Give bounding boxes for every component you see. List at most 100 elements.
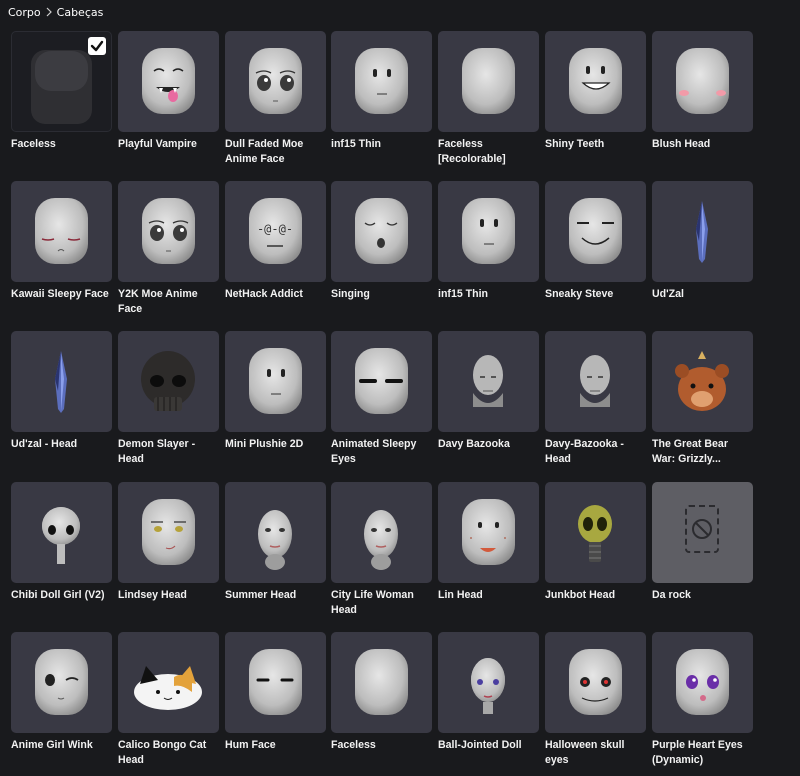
item-card[interactable]: -@-@- NetHack Addict: [225, 181, 326, 325]
item-card[interactable]: Ud'Zal: [652, 181, 753, 325]
item-thumbnail[interactable]: [331, 181, 432, 282]
item-label: Ud'zal - Head: [11, 438, 78, 450]
item-thumbnail[interactable]: [225, 331, 326, 432]
item-label: Hum Face: [225, 739, 276, 751]
item-card[interactable]: Y2K Moe Anime Face: [118, 181, 219, 325]
item-card[interactable]: Shiny Teeth: [545, 31, 646, 175]
item-thumbnail[interactable]: [118, 482, 219, 583]
item-card[interactable]: inf15 Thin: [438, 181, 539, 325]
item-card[interactable]: Summer Head: [225, 482, 326, 626]
item-card[interactable]: Blush Head: [652, 31, 753, 175]
item-label: Faceless [Recolorable]: [438, 138, 506, 165]
item-card[interactable]: inf15 Thin: [331, 31, 432, 175]
item-thumbnail[interactable]: [225, 632, 326, 733]
item-label: Lindsey Head: [118, 589, 187, 601]
item-card[interactable]: Hum Face: [225, 632, 326, 776]
item-thumbnail[interactable]: [652, 482, 753, 583]
item-label: Anime Girl Wink: [11, 739, 93, 751]
item-thumbnail[interactable]: [652, 181, 753, 282]
item-label: Ball-Jointed Doll: [438, 739, 522, 751]
item-label: Halloween skull eyes: [545, 739, 625, 766]
item-thumbnail[interactable]: [11, 181, 112, 282]
item-label: Junkbot Head: [545, 589, 616, 601]
breadcrumb-current: Cabeças: [56, 5, 104, 19]
item-card[interactable]: Halloween skull eyes: [545, 632, 646, 776]
breadcrumb: Corpo Cabeças: [8, 4, 103, 20]
item-card[interactable]: Purple Heart Eyes (Dynamic): [652, 632, 753, 776]
item-thumbnail[interactable]: [118, 181, 219, 282]
item-thumbnail[interactable]: [438, 31, 539, 132]
item-thumbnail[interactable]: [118, 632, 219, 733]
item-thumbnail[interactable]: [118, 331, 219, 432]
item-label: Lin Head: [438, 589, 483, 601]
item-thumbnail[interactable]: [652, 331, 753, 432]
svg-text:-@-@-: -@-@-: [257, 222, 293, 236]
item-thumbnail[interactable]: [652, 31, 753, 132]
item-card[interactable]: Faceless: [331, 632, 432, 776]
item-card[interactable]: Davy-Bazooka - Head: [545, 331, 646, 475]
item-thumbnail[interactable]: [438, 331, 539, 432]
item-card[interactable]: Junkbot Head: [545, 482, 646, 626]
item-thumbnail[interactable]: [545, 482, 646, 583]
item-thumbnail[interactable]: [11, 482, 112, 583]
item-thumbnail[interactable]: [438, 181, 539, 282]
item-thumbnail[interactable]: [11, 31, 112, 132]
item-card[interactable]: Calico Bongo Cat Head: [118, 632, 219, 776]
item-card[interactable]: Da rock: [652, 482, 753, 626]
item-label: Blush Head: [652, 138, 711, 150]
item-thumbnail[interactable]: [11, 632, 112, 733]
item-thumbnail[interactable]: [225, 482, 326, 583]
item-label: Kawaii Sleepy Face: [11, 288, 109, 300]
item-label: Singing: [331, 288, 370, 300]
item-card[interactable]: Davy Bazooka: [438, 331, 539, 475]
item-label: City Life Woman Head: [331, 589, 414, 616]
item-card[interactable]: Chibi Doll Girl (V2): [11, 482, 112, 626]
item-thumbnail[interactable]: [11, 331, 112, 432]
item-card[interactable]: Sneaky Steve: [545, 181, 646, 325]
item-thumbnail[interactable]: [225, 31, 326, 132]
item-card[interactable]: Singing: [331, 181, 432, 325]
item-card[interactable]: Anime Girl Wink: [11, 632, 112, 776]
item-thumbnail[interactable]: [331, 31, 432, 132]
item-card[interactable]: Lin Head: [438, 482, 539, 626]
item-card[interactable]: Animated Sleepy Eyes: [331, 331, 432, 475]
item-thumbnail[interactable]: [438, 482, 539, 583]
item-card[interactable]: Lindsey Head: [118, 482, 219, 626]
item-label: Chibi Doll Girl (V2): [11, 589, 105, 601]
item-thumbnail[interactable]: [331, 331, 432, 432]
item-label: Demon Slayer - Head: [118, 438, 196, 465]
scrollbar[interactable]: [794, 0, 800, 774]
item-label: The Great Bear War: Grizzly...: [652, 438, 728, 465]
item-card[interactable]: Ball-Jointed Doll: [438, 632, 539, 776]
item-thumbnail[interactable]: [545, 331, 646, 432]
item-thumbnail[interactable]: [545, 31, 646, 132]
checkmark-icon: [88, 37, 106, 55]
item-card[interactable]: Ud'zal - Head: [11, 331, 112, 475]
item-label: Shiny Teeth: [545, 138, 605, 150]
item-label: Davy-Bazooka - Head: [545, 438, 624, 465]
item-label: Sneaky Steve: [545, 288, 614, 300]
item-label: Animated Sleepy Eyes: [331, 438, 417, 465]
item-label: Y2K Moe Anime Face: [118, 288, 198, 315]
item-thumbnail[interactable]: [545, 181, 646, 282]
item-card[interactable]: Faceless [Recolorable]: [438, 31, 539, 175]
item-card[interactable]: Demon Slayer - Head: [118, 331, 219, 475]
item-thumbnail[interactable]: [652, 632, 753, 733]
item-thumbnail[interactable]: -@-@-: [225, 181, 326, 282]
item-card[interactable]: Playful Vampire: [118, 31, 219, 175]
item-thumbnail[interactable]: [545, 632, 646, 733]
item-label: Mini Plushie 2D: [225, 438, 304, 450]
item-card[interactable]: City Life Woman Head: [331, 482, 432, 626]
item-thumbnail[interactable]: [331, 482, 432, 583]
item-thumbnail[interactable]: [438, 632, 539, 733]
item-thumbnail[interactable]: [331, 632, 432, 733]
breadcrumb-root[interactable]: Corpo: [8, 6, 41, 19]
item-card[interactable]: Kawaii Sleepy Face: [11, 181, 112, 325]
item-label: Davy Bazooka: [438, 438, 510, 450]
item-card[interactable]: Faceless: [11, 31, 112, 175]
item-thumbnail[interactable]: [118, 31, 219, 132]
item-label: inf15 Thin: [438, 288, 489, 300]
item-card[interactable]: Dull Faded Moe Anime Face: [225, 31, 326, 175]
item-card[interactable]: The Great Bear War: Grizzly...: [652, 331, 753, 475]
item-card[interactable]: Mini Plushie 2D: [225, 331, 326, 475]
